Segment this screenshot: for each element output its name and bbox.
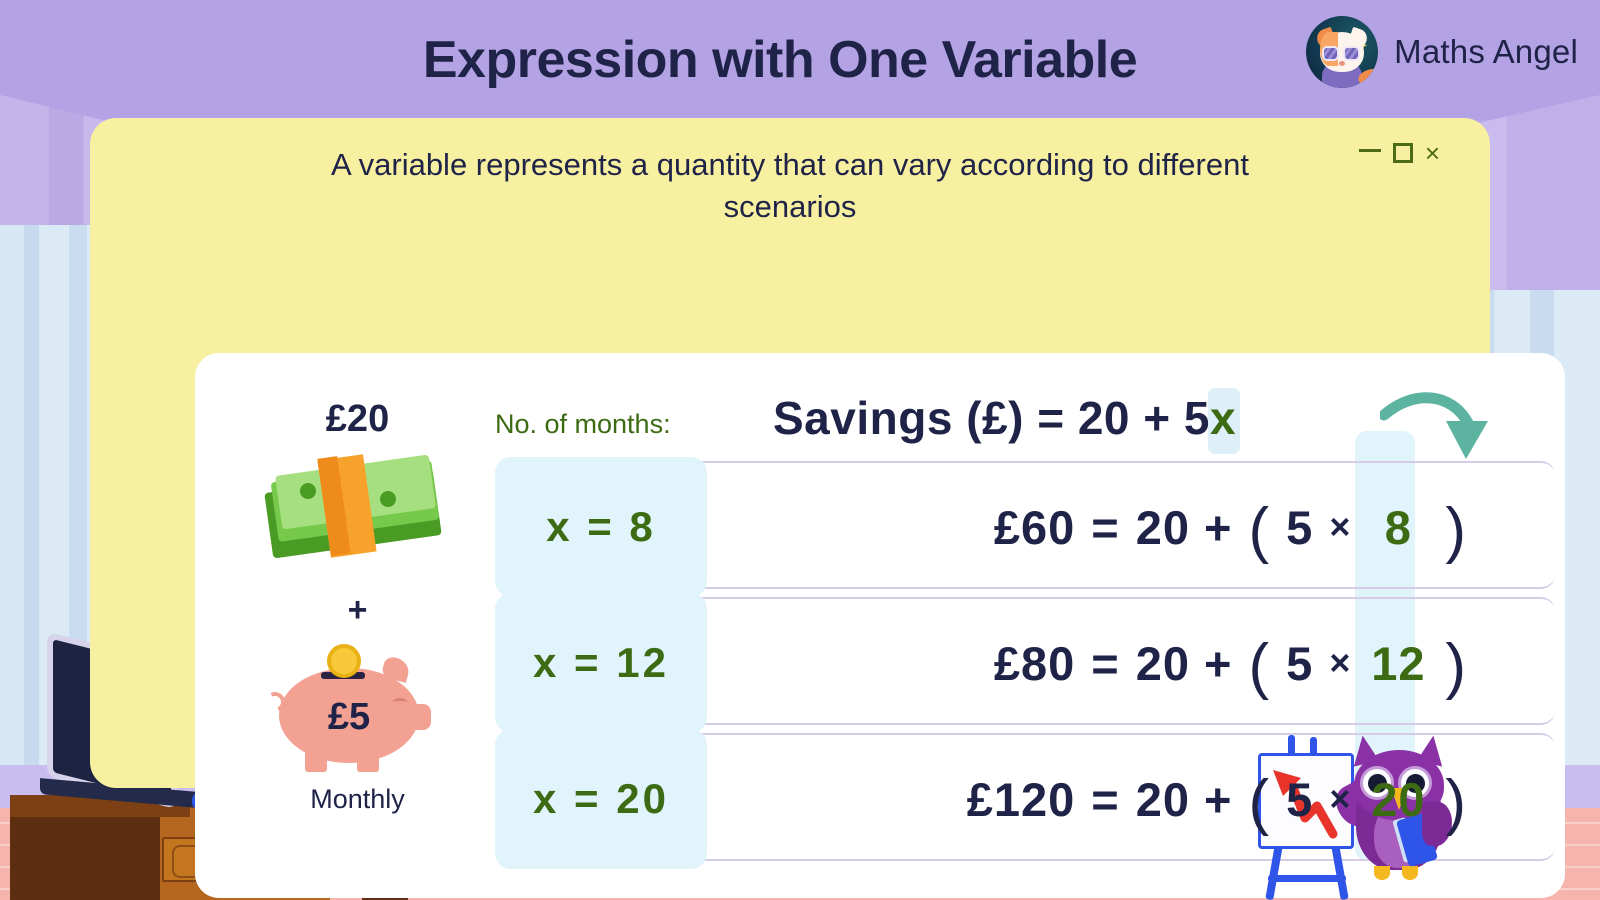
row-value: 8 (1384, 500, 1412, 554)
cat-mascot-logo-icon: ✦ (1306, 16, 1379, 88)
row-chip[interactable]: x = 12 (495, 593, 707, 733)
row-coefficient: 5 (1286, 772, 1314, 826)
row-equation: £60 = 20 + (5 × 8) (994, 463, 1467, 591)
main-formula: Savings (£) = 20 + 5x (773, 388, 1241, 454)
row-result: £60 (993, 500, 1076, 554)
close-icon[interactable]: × (1425, 140, 1440, 166)
row-close-paren: ) (1445, 767, 1467, 837)
row-base: 20 + (1135, 500, 1233, 554)
formula-lhs: Savings (£) = (773, 392, 1078, 444)
row-open-paren: ( (1248, 767, 1271, 837)
row-times: × (1329, 642, 1352, 683)
formula-variable: x (1208, 388, 1241, 454)
row-times: × (1329, 506, 1352, 547)
formula-constant: 20 + 5 (1077, 392, 1211, 444)
table-row[interactable]: x = 12 £80 = 20 + (5 × 12) (495, 593, 1555, 733)
row-value: 20 (1371, 772, 1426, 826)
substitution-rows: x = 8 £60 = 20 + (5 × 8) x = 12 £80 = 20 + (5 × 12… (495, 457, 1555, 869)
row-equals: = (1091, 636, 1120, 690)
cash-stack-icon (263, 453, 448, 563)
formula-header: No. of months: Savings (£) = 20 + 5x (495, 388, 1555, 461)
row-base: 20 + (1135, 772, 1233, 826)
savings-illustration: £20 + £5 Monthly (220, 398, 495, 815)
row-equation: £80 = 20 + (5 × 12) (994, 599, 1467, 727)
header: Expression with One Variable ✦ Maths Ang… (0, 0, 1600, 118)
row-equation: £120 = 20 + (5 × 20) (967, 735, 1467, 863)
row-base: 20 + (1135, 636, 1233, 690)
plus-operator: + (347, 591, 368, 629)
maximize-icon[interactable] (1392, 143, 1413, 163)
row-result: £80 (993, 636, 1076, 690)
brand: ✦ Maths Angel (1306, 16, 1578, 88)
row-times: × (1329, 778, 1352, 819)
monthly-label: Monthly (310, 784, 405, 814)
row-close-paren: ) (1445, 631, 1467, 701)
subtitle: A variable represents a quantity that ca… (331, 147, 1249, 224)
row-equals: = (1091, 500, 1120, 554)
months-label: No. of months: (495, 409, 671, 439)
initial-amount-label: £20 (325, 398, 390, 440)
window-controls[interactable]: × (1358, 140, 1440, 166)
table-row[interactable]: x = 8 £60 = 20 + (5 × 8) (495, 457, 1555, 597)
row-value: 12 (1371, 636, 1426, 690)
row-close-paren: ) (1445, 495, 1467, 565)
content-panel: £20 + £5 Monthly No. of months: Savings … (195, 353, 1565, 898)
table-row[interactable]: x = 20 £120 = 20 + (5 × 20) (495, 729, 1555, 869)
lesson-card: A variable represents a quantity that ca… (90, 118, 1565, 898)
monthly-amount-label: £5 (327, 696, 371, 738)
row-open-paren: ( (1248, 495, 1271, 565)
row-result: £120 (966, 772, 1076, 826)
row-coefficient: 5 (1286, 636, 1314, 690)
brand-name: Maths Angel (1394, 33, 1578, 70)
row-chip[interactable]: x = 20 (495, 729, 707, 869)
row-chip[interactable]: x = 8 (495, 457, 707, 597)
row-coefficient: 5 (1286, 500, 1314, 554)
row-equals: = (1091, 772, 1120, 826)
minimize-icon[interactable] (1358, 149, 1381, 152)
piggy-bank-icon: £5 (262, 644, 450, 776)
row-open-paren: ( (1248, 631, 1271, 701)
